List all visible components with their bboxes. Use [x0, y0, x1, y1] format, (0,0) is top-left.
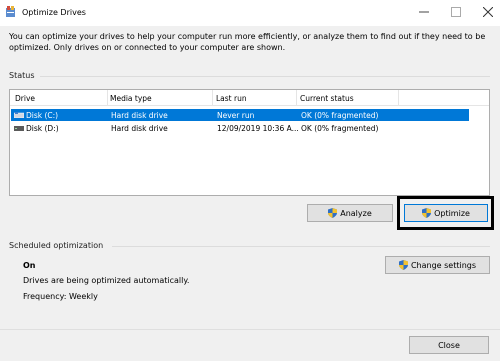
column-header-current-status[interactable]: Current status: [300, 94, 354, 103]
schedule-state: On: [23, 261, 36, 270]
description-text: You can optimize your drives to help you…: [9, 32, 486, 52]
maximize-button[interactable]: [442, 0, 470, 24]
uac-shield-icon: [328, 208, 338, 218]
close-icon: [483, 7, 493, 17]
minimize-button[interactable]: [410, 0, 438, 24]
analyze-button[interactable]: Analyze: [307, 204, 393, 222]
column-header-media-type[interactable]: Media type: [110, 94, 152, 103]
change-settings-button[interactable]: Change settings: [385, 256, 490, 274]
close-button[interactable]: Close: [409, 336, 489, 354]
column-header-last-run[interactable]: Last run: [216, 94, 247, 103]
status-divider: [40, 76, 490, 77]
change-settings-button-label: Change settings: [410, 260, 477, 270]
scheduled-section-label: Scheduled optimization: [9, 241, 104, 250]
window-title: Optimize Drives: [22, 8, 86, 17]
title-bar: Optimize Drives: [0, 0, 500, 26]
drives-list-header: Drive Media type Last run Current status: [10, 90, 489, 106]
optimize-drives-app-icon: [6, 6, 15, 17]
drives-list[interactable]: Drive Media type Last run Current status…: [9, 89, 490, 196]
drive-row-c[interactable]: Disk (C:) Hard disk drive Never run OK (…: [11, 109, 469, 121]
system-drive-icon: [14, 112, 24, 118]
drive-row-d[interactable]: Disk (D:) Hard disk drive 12/09/2019 10:…: [11, 122, 469, 134]
schedule-frequency: Frequency: Weekly: [23, 292, 98, 301]
column-separator[interactable]: [107, 90, 108, 106]
column-header-drive[interactable]: Drive: [15, 94, 35, 103]
drive-last-run: Never run: [217, 111, 255, 120]
column-separator[interactable]: [296, 90, 297, 106]
schedule-message: Drives are being optimized automatically…: [23, 276, 190, 285]
maximize-icon: [451, 7, 461, 17]
close-window-button[interactable]: [474, 0, 500, 24]
hard-drive-icon: [14, 126, 24, 131]
drive-media-type: Hard disk drive: [111, 111, 168, 120]
drive-media-type: Hard disk drive: [111, 124, 168, 133]
drive-current-status: OK (0% fragmented): [301, 124, 379, 133]
close-button-label: Close: [438, 340, 460, 350]
drive-name: Disk (D:): [26, 124, 59, 133]
column-separator[interactable]: [212, 90, 213, 106]
optimize-highlight-box: [397, 196, 494, 230]
analyze-button-label: Analyze: [340, 208, 372, 218]
drive-current-status: OK (0% fragmented): [301, 111, 379, 120]
status-section-label: Status: [9, 71, 35, 80]
scheduled-divider: [112, 246, 490, 247]
uac-shield-icon: [398, 260, 408, 270]
drive-name: Disk (C:): [26, 111, 59, 120]
minimize-icon: [419, 11, 429, 13]
column-separator[interactable]: [398, 90, 399, 106]
drive-last-run: 12/09/2019 10:36 A...: [217, 124, 299, 133]
